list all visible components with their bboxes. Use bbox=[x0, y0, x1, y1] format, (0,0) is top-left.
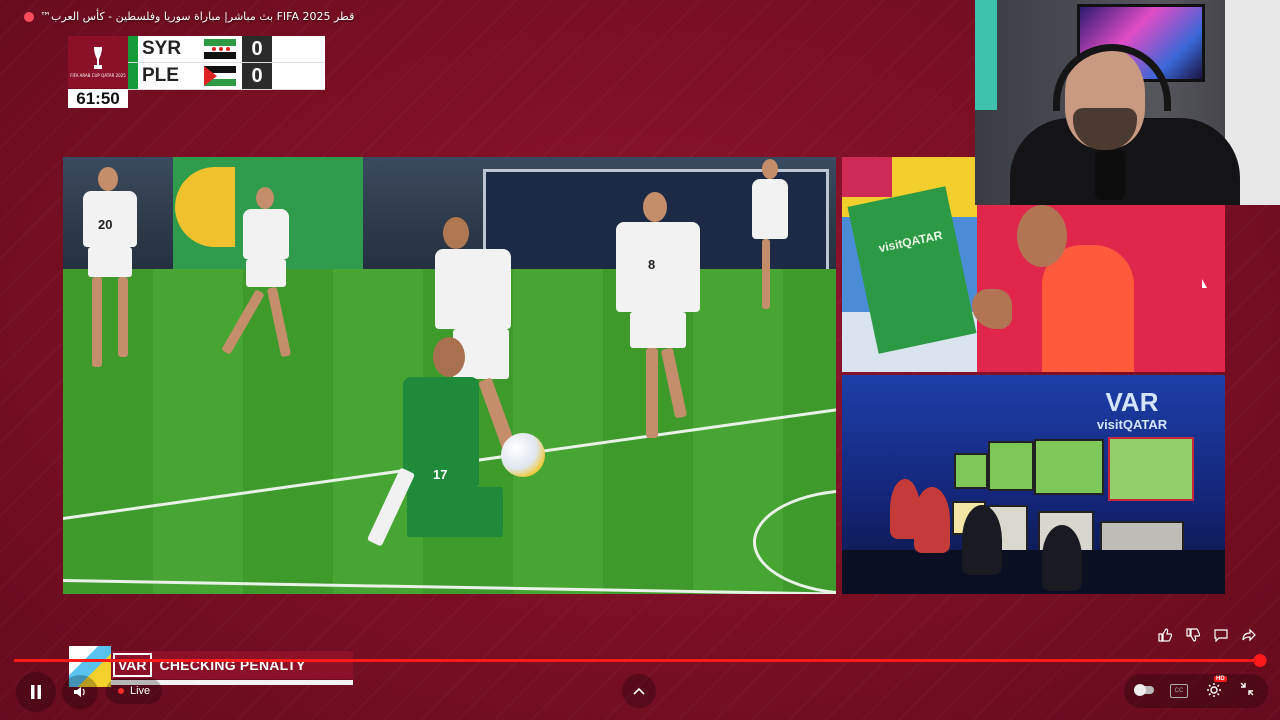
video-progress-bar[interactable] bbox=[14, 654, 1267, 667]
progress-scrubber-handle[interactable] bbox=[1253, 654, 1267, 667]
board-text: visitQATAR bbox=[877, 228, 944, 256]
player-head bbox=[762, 159, 778, 179]
volume-button[interactable] bbox=[62, 675, 98, 709]
pause-button[interactable] bbox=[16, 672, 56, 712]
exit-fullscreen-button[interactable] bbox=[1240, 682, 1254, 700]
share-icon[interactable] bbox=[1240, 626, 1258, 644]
var-monitor bbox=[1108, 437, 1194, 501]
pause-icon bbox=[31, 685, 41, 699]
team-color-bar bbox=[128, 63, 138, 89]
player-leg bbox=[92, 277, 102, 367]
var-official bbox=[1042, 525, 1082, 591]
player-head bbox=[256, 187, 274, 209]
shirt-number: 8 bbox=[648, 257, 656, 272]
captions-button[interactable]: CC bbox=[1170, 684, 1188, 698]
var-official bbox=[962, 505, 1002, 575]
live-indicator[interactable]: Live bbox=[106, 678, 163, 704]
video-title-bar: قطر FIFA 2025 بث مباشر| مباراة سوريا وفل… bbox=[24, 10, 354, 23]
neon-light bbox=[975, 0, 997, 110]
main-replay-video[interactable]: 20 17 8 bbox=[63, 157, 836, 594]
shirt-number: 20 bbox=[98, 217, 113, 232]
streamer-webcam bbox=[975, 0, 1280, 205]
tournament-logo: FIFA ARAB CUP QATAR 2025 bbox=[68, 36, 128, 88]
player-shorts bbox=[246, 259, 286, 287]
tournament-logo-text: FIFA ARAB CUP QATAR 2025 bbox=[70, 72, 126, 78]
score-row-home: SYR 0 bbox=[128, 36, 325, 63]
progress-fill bbox=[14, 659, 1260, 662]
syria-flag-icon bbox=[204, 39, 236, 59]
exit-fullscreen-icon bbox=[1240, 682, 1254, 696]
expand-panel-button[interactable] bbox=[622, 674, 656, 708]
microphone-icon bbox=[1095, 150, 1125, 200]
mouse-cursor-icon bbox=[1202, 279, 1207, 288]
team-color-bar bbox=[128, 36, 138, 62]
live-indicator-icon bbox=[24, 11, 34, 22]
player-shirt bbox=[243, 209, 289, 259]
gear-icon bbox=[1207, 683, 1221, 697]
var-room-camera[interactable]: VAR visitQATAR bbox=[842, 375, 1225, 594]
review-area: visitQATAR bbox=[842, 157, 977, 372]
match-ball bbox=[501, 433, 545, 477]
var-room-title: VAR bbox=[1105, 387, 1159, 417]
var-room-sponsor: visitQATAR bbox=[1096, 417, 1168, 432]
banner-bar: VAR CHECKING PENALTY bbox=[111, 651, 353, 679]
comment-icon[interactable] bbox=[1212, 626, 1230, 644]
team-score: 0 bbox=[242, 36, 272, 62]
score-rows: SYR 0 PLE 0 bbox=[128, 36, 325, 90]
player-shorts bbox=[630, 312, 686, 348]
var-tag: VAR bbox=[113, 653, 152, 677]
player-leg bbox=[762, 239, 770, 309]
player-shirt bbox=[752, 179, 788, 239]
team-code: SYR bbox=[142, 38, 182, 59]
player-leg bbox=[646, 348, 658, 438]
player-shorts bbox=[407, 487, 503, 537]
ad-panel bbox=[842, 157, 892, 197]
player-head bbox=[643, 192, 667, 222]
live-dot-icon bbox=[118, 688, 124, 694]
player-head bbox=[443, 217, 469, 249]
match-clock: 61:50 bbox=[68, 89, 128, 108]
score-row-away: PLE 0 bbox=[128, 63, 325, 90]
var-monitor bbox=[1034, 439, 1104, 495]
palestine-flag-icon bbox=[204, 66, 236, 86]
autoplay-toggle[interactable] bbox=[1134, 684, 1154, 696]
team-score: 0 bbox=[242, 63, 272, 89]
var-official bbox=[914, 487, 950, 553]
shirt-number: 17 bbox=[433, 467, 448, 482]
engagement-actions bbox=[1156, 626, 1258, 644]
stream-page: قطر FIFA 2025 بث مباشر| مباراة سوريا وفل… bbox=[0, 0, 1280, 720]
player-shirt bbox=[616, 222, 700, 312]
player-head bbox=[433, 337, 465, 377]
player-shirt bbox=[435, 249, 511, 329]
like-icon[interactable] bbox=[1156, 626, 1174, 644]
referee-head bbox=[1017, 205, 1067, 267]
volume-icon bbox=[74, 687, 85, 697]
player-head bbox=[98, 167, 118, 191]
center-circle bbox=[753, 489, 836, 594]
chevron-up-icon bbox=[633, 687, 645, 695]
referee-shirt bbox=[1042, 245, 1134, 372]
pitch-line bbox=[63, 579, 836, 594]
live-label: Live bbox=[130, 685, 151, 697]
trophy-icon bbox=[94, 46, 102, 69]
var-monitor bbox=[988, 441, 1034, 491]
var-desk bbox=[842, 550, 1225, 594]
hd-badge: HD bbox=[1214, 676, 1227, 682]
player-leg bbox=[118, 277, 128, 357]
video-title: قطر FIFA 2025 بث مباشر| مباراة سوريا وفل… bbox=[40, 10, 355, 23]
var-monitor bbox=[954, 453, 988, 489]
settings-button[interactable] bbox=[1206, 682, 1222, 702]
player-shorts bbox=[88, 247, 132, 277]
team-code: PLE bbox=[142, 65, 179, 86]
dislike-icon[interactable] bbox=[1184, 626, 1202, 644]
player-settings-group: CC HD bbox=[1124, 674, 1268, 708]
